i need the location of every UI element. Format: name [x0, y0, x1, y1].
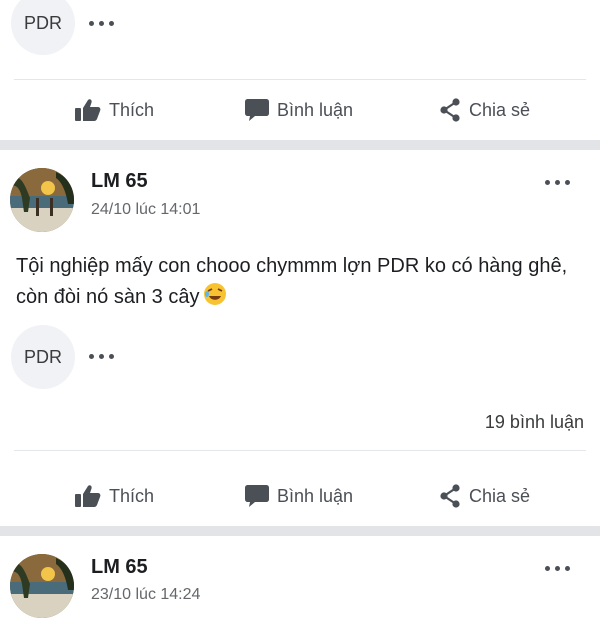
like-button[interactable]: Thích: [74, 95, 154, 125]
post-timestamp[interactable]: 24/10 lúc 14:01: [91, 201, 200, 219]
comment-button[interactable]: Bình luận: [244, 95, 353, 125]
post-text: Tội nghiệp mấy con chooo chymmm lợn PDR …: [16, 255, 568, 308]
pdr-tag-label: PDR: [23, 346, 62, 367]
comment-bubble-icon: [244, 98, 270, 122]
more-options-icon[interactable]: [545, 177, 570, 187]
divider: [14, 450, 586, 451]
divider: [14, 79, 586, 80]
thumbs-up-icon: [74, 98, 102, 122]
share-label: Chia sẻ: [469, 99, 531, 120]
thumbs-up-icon: [74, 484, 102, 508]
avatar[interactable]: [10, 168, 74, 232]
author-name[interactable]: LM 65: [91, 556, 148, 579]
share-label: Chia sẻ: [469, 485, 531, 506]
comment-button[interactable]: Bình luận: [244, 481, 353, 511]
pdr-tag-label: PDR: [23, 12, 62, 33]
comment-label: Bình luận: [277, 485, 354, 506]
more-options-icon[interactable]: [89, 351, 114, 361]
comment-bubble-icon: [244, 484, 270, 508]
post-separator: [0, 140, 600, 150]
like-label: Thích: [109, 99, 155, 120]
more-options-icon[interactable]: [545, 563, 570, 573]
post-separator: [0, 526, 600, 536]
avatar[interactable]: [10, 554, 74, 618]
share-icon: [438, 483, 462, 509]
post-timestamp[interactable]: 23/10 lúc 14:24: [91, 586, 200, 604]
more-options-icon[interactable]: [89, 18, 114, 28]
like-button[interactable]: Thích: [74, 481, 154, 511]
share-icon: [438, 97, 462, 123]
pdr-tag-chip[interactable]: PDR: [11, 325, 75, 389]
post-content: Tội nghiệp mấy con chooo chymmm lợn PDR …: [16, 251, 586, 316]
share-button[interactable]: Chia sẻ: [438, 95, 530, 125]
like-label: Thích: [109, 485, 155, 506]
share-button[interactable]: Chia sẻ: [438, 481, 530, 511]
comment-label: Bình luận: [277, 99, 354, 120]
comment-count[interactable]: 19 bình luận: [485, 412, 584, 433]
rofl-emoji-icon: [203, 282, 227, 316]
pdr-tag-chip[interactable]: PDR: [11, 0, 75, 55]
author-name[interactable]: LM 65: [91, 170, 148, 193]
